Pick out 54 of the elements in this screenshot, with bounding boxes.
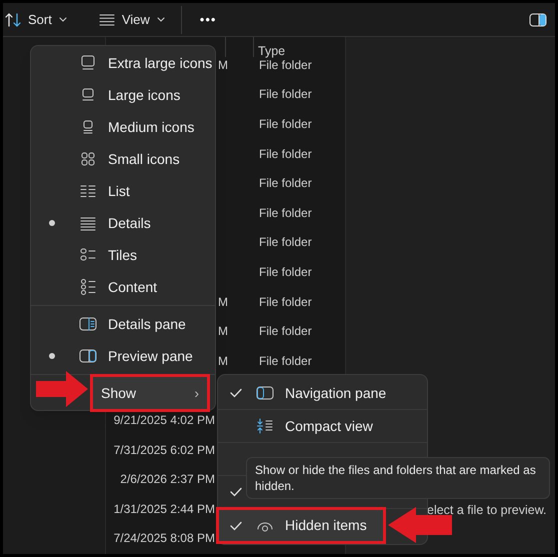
preview-pane-icon — [529, 12, 547, 26]
menu-item[interactable]: Details — [31, 207, 215, 239]
type-cell: File folder — [259, 58, 312, 72]
menu-item[interactable]: Extra large icons — [31, 47, 215, 79]
type-cell: File folder — [259, 116, 312, 131]
preview-pane-icon — [79, 347, 97, 365]
details-view-icon — [98, 14, 115, 26]
menu-item[interactable]: Compact view — [218, 410, 427, 443]
date-cell-text: 2/6/2026 2:37 PM — [120, 471, 215, 488]
date-cell-text: M — [218, 294, 228, 311]
type-cell: File folder — [259, 294, 312, 309]
type-cell: File folder — [259, 264, 312, 279]
column-header[interactable]: Type — [254, 37, 286, 57]
date-cell-text: M — [218, 56, 228, 74]
menu-item[interactable]: Large icons — [31, 79, 215, 111]
date-cell-text: 1/31/2025 2:44 PM — [114, 500, 215, 518]
date-cell-text: M — [218, 352, 228, 370]
sort-icon — [5, 12, 21, 28]
type-cell: File folder — [259, 235, 312, 250]
type-cell: File folder — [259, 87, 312, 102]
type-cell: File folder — [259, 206, 312, 220]
view-button[interactable]: View — [94, 6, 169, 34]
tooltip: Show or hide the files and folders that are marked as hidden. — [246, 457, 550, 499]
date-cell-text: M — [218, 323, 228, 340]
type-cell: File folder — [259, 146, 312, 161]
details-pane-icon — [79, 315, 97, 333]
sort-button[interactable]: Sort — [3, 6, 73, 34]
monitor-icon — [79, 54, 97, 72]
grid-icon — [79, 150, 97, 168]
pointer-arrow — [36, 371, 88, 407]
chevron-icon — [58, 16, 67, 22]
type-cell: File folder — [259, 354, 312, 368]
menu-item[interactable]: Hidden items — [218, 509, 384, 542]
menu-item[interactable]: Medium icons — [31, 111, 215, 143]
show-menu-item[interactable]: Show › — [93, 377, 207, 409]
menu-item[interactable]: Details pane — [31, 308, 215, 340]
date-cell-text: 9/21/2025 4:02 PM — [114, 412, 215, 429]
type-cell: File folder — [259, 324, 312, 338]
menu-item[interactable]: Navigation pane — [218, 377, 427, 410]
menu-item[interactable]: List — [31, 175, 215, 207]
chevron-icon — [156, 16, 165, 22]
menu-item[interactable]: Content — [31, 271, 215, 303]
content-view-icon — [79, 278, 97, 296]
type-cell: File folder — [259, 176, 312, 190]
menu-item[interactable]: Preview pane — [31, 340, 215, 372]
date-cell-text: 7/31/2025 6:02 PM — [114, 442, 215, 459]
compact-view-icon — [256, 417, 274, 435]
preview-message: elect a file to preview. — [427, 502, 547, 519]
menu-item[interactable]: Tiles — [31, 239, 215, 271]
pointer-arrow — [388, 507, 452, 543]
date-cell-text: 7/24/2025 8:08 PM — [114, 530, 215, 548]
navigation-pane-icon — [256, 384, 274, 402]
more-options-button[interactable]: ••• — [196, 6, 220, 34]
menu-item[interactable]: Small icons — [31, 143, 215, 175]
